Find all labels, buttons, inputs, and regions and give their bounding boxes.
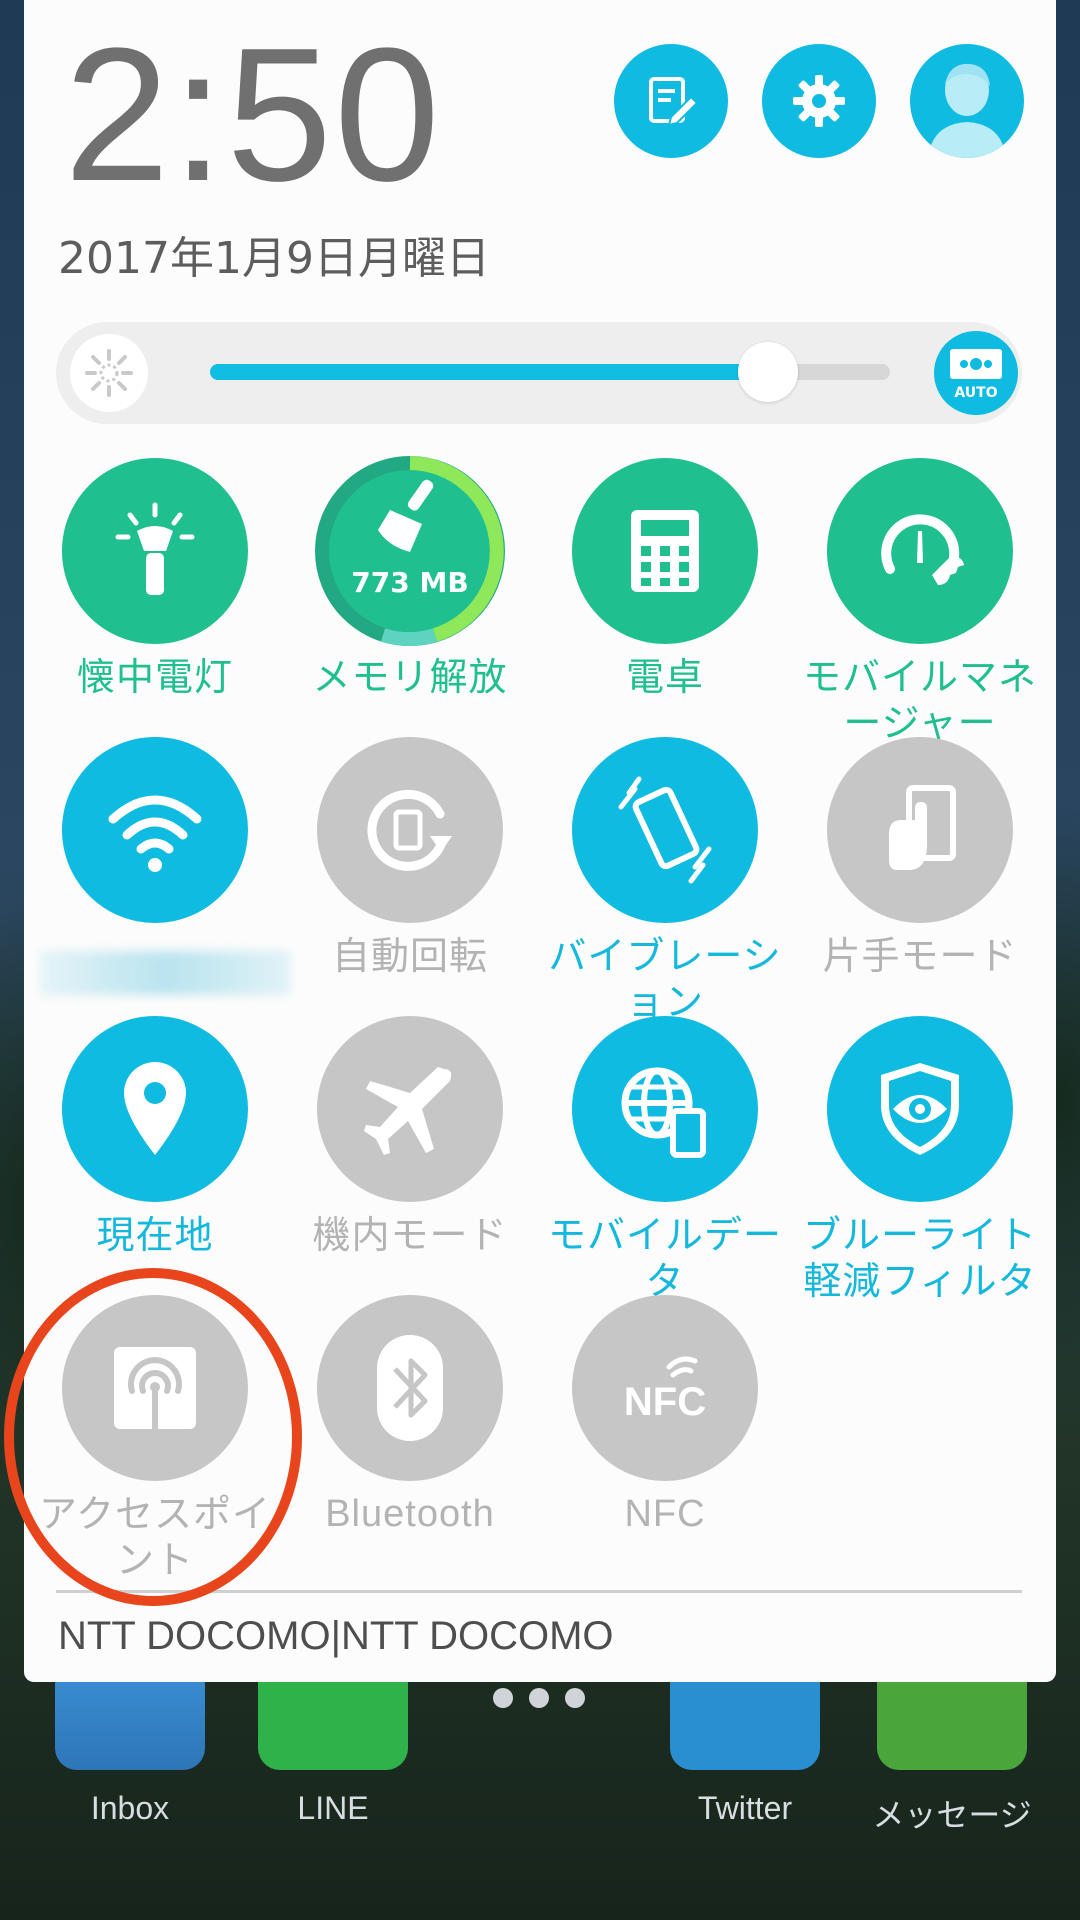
- tile-mobile-manager[interactable]: モバイルマネージャー: [795, 458, 1045, 745]
- tile-blue-light-filter[interactable]: ブルーライト軽減フィルタ: [795, 1016, 1045, 1303]
- tile-calculator[interactable]: 電卓: [540, 458, 790, 728]
- tile-flashlight-button[interactable]: [62, 458, 248, 644]
- tile-vibration-label: バイブレーション: [548, 934, 782, 1024]
- tile-location[interactable]: 現在地: [30, 1016, 280, 1286]
- wifi-icon: [108, 795, 202, 872]
- tile-nfc-label: NFC: [624, 1493, 706, 1535]
- svg-text:NFC: NFC: [624, 1380, 706, 1424]
- tile-vibration[interactable]: バイブレーション: [540, 737, 790, 1024]
- airplane-icon: [364, 1067, 452, 1155]
- tile-memory-label: メモリ解放: [312, 655, 508, 699]
- tile-airplane-mode-button[interactable]: [317, 1016, 503, 1202]
- auto-brightness-button[interactable]: AUTO: [934, 331, 1018, 415]
- tile-blue-light-filter-button[interactable]: [827, 1016, 1013, 1202]
- tile-memory[interactable]: 773 MB メモリ解放: [285, 456, 535, 728]
- calculator-icon: [631, 510, 699, 592]
- user-button[interactable]: [910, 44, 1024, 158]
- tile-mobile-data-label: モバイルデータ: [547, 1213, 782, 1303]
- auto-rotate-icon: [367, 789, 452, 871]
- tile-auto-rotate-button[interactable]: [317, 737, 503, 923]
- tile-wifi-button[interactable]: [62, 737, 248, 923]
- memory-value: 773 MB: [351, 566, 469, 599]
- user-avatar-icon: [928, 63, 1006, 158]
- tile-mobile-manager-button[interactable]: [827, 458, 1013, 644]
- mobile-manager-icon: [881, 514, 964, 585]
- brightness-slider-thumb[interactable]: [737, 342, 798, 402]
- tile-blue-light-filter-label: ブルーライト軽減フィルタ: [802, 1213, 1037, 1303]
- tile-calculator-button[interactable]: [572, 458, 758, 644]
- edit-icon: [649, 77, 699, 127]
- tile-mobile-data-button[interactable]: [572, 1016, 758, 1202]
- tile-location-button[interactable]: [62, 1016, 248, 1202]
- tile-bluetooth-label: Bluetooth: [325, 1493, 495, 1535]
- tile-mobile-manager-label: モバイルマネージャー: [802, 655, 1037, 745]
- tile-wifi[interactable]: [30, 737, 290, 1007]
- settings-button[interactable]: [762, 44, 876, 158]
- sun-icon: [85, 349, 133, 397]
- eye-shield-icon: [881, 1063, 959, 1155]
- flashlight-icon: [115, 502, 195, 595]
- tile-mobile-data[interactable]: モバイルデータ: [540, 1016, 790, 1303]
- dock-label-twitter: Twitter: [697, 1790, 793, 1826]
- dock-label-inbox: Inbox: [90, 1790, 170, 1826]
- tile-bluetooth-button[interactable]: [317, 1295, 503, 1481]
- mobile-data-icon: [621, 1067, 706, 1158]
- highlight-circle: [4, 1268, 302, 1606]
- dock-label-messages: メッセージ: [872, 1797, 1032, 1833]
- brightness-icon: [70, 334, 148, 412]
- tile-memory-button[interactable]: 773 MB: [315, 456, 505, 646]
- tile-airplane-mode-label: 機内モード: [312, 1213, 508, 1257]
- clock-time: 2:50: [64, 9, 442, 221]
- tile-flashlight[interactable]: 懐中電灯: [30, 458, 280, 728]
- tile-vibration-button[interactable]: [572, 737, 758, 923]
- bluetooth-icon: [377, 1335, 443, 1441]
- tile-airplane-mode[interactable]: 機内モード: [285, 1016, 535, 1286]
- brightness-slider-fill: [210, 364, 768, 380]
- gear-icon: [793, 75, 845, 127]
- location-pin-icon: [124, 1062, 186, 1155]
- vibration-icon: [618, 776, 712, 884]
- tile-auto-rotate-label: 自動回転: [331, 934, 488, 978]
- tile-location-label: 現在地: [96, 1213, 214, 1257]
- tile-auto-rotate[interactable]: 自動回転: [285, 737, 535, 1007]
- edit-quick-settings-button[interactable]: [614, 44, 728, 158]
- tile-one-hand-mode-label: 片手モード: [822, 934, 1018, 978]
- carrier-label: NTT DOCOMO|NTT DOCOMO: [58, 1614, 614, 1658]
- broom-icon: [378, 479, 434, 552]
- tile-one-hand-mode-button[interactable]: [827, 737, 1013, 923]
- tile-flashlight-label: 懐中電灯: [76, 655, 233, 699]
- home-dock: Inbox LINE Twitter メッセージ: [0, 1660, 1080, 1920]
- auto-brightness-icon: AUTO: [950, 349, 1002, 401]
- tile-one-hand-mode[interactable]: 片手モード: [795, 737, 1045, 1007]
- tile-bluetooth[interactable]: Bluetooth: [285, 1295, 535, 1565]
- date-label: 2017年1月9日月曜日: [58, 233, 490, 284]
- nfc-icon: NFC: [624, 1356, 706, 1424]
- tile-nfc[interactable]: NFC NFC: [540, 1295, 790, 1565]
- clock: 2:50: [64, 20, 442, 210]
- app-drawer-icon[interactable]: [485, 1680, 595, 1720]
- tile-calculator-label: 電卓: [625, 655, 704, 699]
- brightness-slider[interactable]: [210, 342, 890, 402]
- brightness-bar: AUTO: [56, 322, 1022, 424]
- wifi-network-name-redacted: [40, 951, 290, 995]
- auto-label: AUTO: [954, 385, 997, 401]
- dock-label-line: LINE: [297, 1790, 369, 1826]
- tile-nfc-button[interactable]: NFC: [572, 1295, 758, 1481]
- one-hand-mode-icon: [889, 785, 956, 870]
